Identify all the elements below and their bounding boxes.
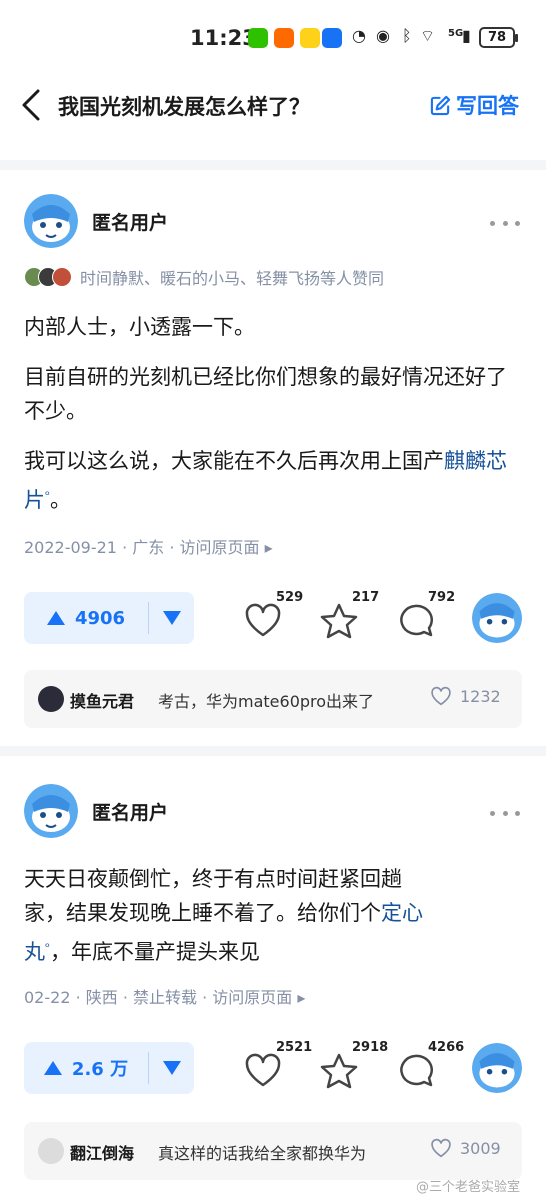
zhihu-app-icon: [322, 28, 342, 48]
star-icon: [320, 603, 358, 639]
liker-avatar: [52, 267, 72, 287]
upvote-count: 4906: [74, 607, 126, 629]
answer-meta[interactable]: 2022-09-21 · 广东 · 访问原页面 ▸: [24, 534, 273, 558]
answer-paragraph: 内部人士，小透露一下。: [24, 315, 255, 339]
paragraph-text: 家，结果发现晚上睡不着了。给你们个: [24, 901, 381, 925]
bluetooth-icon: ᛒ: [402, 26, 412, 45]
comment-button[interactable]: 792: [396, 590, 460, 646]
upvote-arrow-icon: [46, 611, 65, 625]
reassurance-link-end[interactable]: 丸: [24, 940, 45, 964]
comment-user[interactable]: 摸鱼元君: [70, 688, 134, 712]
anonymous-avatar[interactable]: [24, 784, 78, 838]
my-avatar[interactable]: [472, 1043, 522, 1093]
app-yellow-icon: [300, 28, 320, 48]
write-answer-button[interactable]: 写回答: [430, 90, 519, 120]
vote-bar: 4906: [24, 592, 194, 644]
star-icon: [320, 1053, 358, 1089]
page-title[interactable]: 我国光刻机发展怎么样了？: [58, 91, 310, 121]
more-options-icon[interactable]: [490, 218, 520, 228]
comment-avatar: [38, 686, 64, 712]
eye-icon: ◉: [376, 26, 390, 45]
paragraph-text: 。: [49, 488, 71, 512]
watermark: @三个老爸实验室: [416, 1180, 521, 1195]
wechat-icon: [248, 28, 268, 48]
upvote-button[interactable]: 2.6 万: [24, 1042, 148, 1094]
answer-card: 匿名用户 天天日夜颠倒忙，终于有点时间赶紧回趟 家，结果发现晚上睡不着了。给你们…: [0, 756, 546, 1200]
comment-count: 4266: [428, 1040, 465, 1055]
favorite-button[interactable]: 217: [320, 590, 384, 646]
heart-icon: [245, 1053, 281, 1087]
question-header: 我国光刻机发展怎么样了？ 写回答: [0, 72, 546, 160]
downvote-arrow-icon: [162, 1061, 181, 1075]
comment-like[interactable]: 1232: [430, 686, 501, 706]
comment-button[interactable]: 4266: [396, 1040, 464, 1096]
favorite-button[interactable]: 2918: [320, 1040, 388, 1096]
favorite-count: 2918: [352, 1040, 389, 1055]
downvote-button[interactable]: [149, 1042, 194, 1094]
reassurance-link[interactable]: 定心: [381, 901, 423, 925]
answer-paragraph: 家，结果发现晚上睡不着了。给你们个定心: [24, 896, 524, 930]
answer-paragraph: 我可以这么说，大家能在不久后再次用上国产麒麟芯片ᵒ。: [24, 444, 514, 517]
comment-bubble-icon: [400, 1054, 434, 1087]
like-count: 529: [276, 590, 304, 605]
top-comment[interactable]: 翻江倒海 真这样的话我给全家都换华为 3009: [24, 1122, 522, 1180]
comment-bubble-icon: [400, 604, 434, 637]
answer-paragraph: 天天日夜颠倒忙，终于有点时间赶紧回趟: [24, 867, 402, 891]
comment-like[interactable]: 3009: [430, 1138, 501, 1158]
answer-paragraph: 丸ᵒ，年底不量产提头来见: [24, 930, 524, 969]
downvote-button[interactable]: [149, 592, 194, 644]
paragraph-text: 我可以这么说，大家能在不久后再次用上国产: [24, 449, 444, 473]
author-name[interactable]: 匿名用户: [92, 798, 168, 825]
paragraph-text: ，年底不量产提头来见: [49, 940, 260, 964]
battery-indicator: 78: [479, 27, 518, 48]
heart-icon: [245, 603, 281, 637]
heart-icon: [431, 1138, 451, 1158]
signal-icon: ▮: [462, 26, 471, 45]
wifi-icon: ⌔: [420, 26, 436, 45]
status-time: 11:23: [190, 26, 257, 50]
upvote-arrow-icon: [43, 1061, 62, 1075]
upvote-button[interactable]: 4906: [24, 592, 148, 644]
write-answer-label: 写回答: [456, 94, 519, 118]
answer-meta[interactable]: 02-22 · 陕西 · 禁止转载 · 访问原页面 ▸: [24, 984, 305, 1008]
comment-text: 真这样的话我给全家都换华为: [158, 1144, 367, 1163]
comment-like-count: 3009: [460, 1138, 501, 1158]
likers-row[interactable]: 时间静默、暖石的小马、轻舞飞扬等人赞同: [24, 265, 384, 289]
section-divider: [0, 746, 546, 756]
comment-count: 792: [428, 590, 456, 605]
more-options-icon[interactable]: [490, 808, 520, 818]
comment-like-count: 1232: [460, 686, 501, 706]
section-divider: [0, 160, 546, 170]
likers-text: 时间静默、暖石的小马、轻舞飞扬等人赞同: [80, 269, 385, 288]
vote-bar: 2.6 万: [24, 1042, 194, 1094]
comment-text: 考古，华为mate60pro出来了: [158, 692, 375, 711]
status-bar: 11:23 ◔ ◉ ᛒ ⌔ 5G ▮ 78: [0, 0, 546, 72]
author-name[interactable]: 匿名用户: [92, 208, 168, 235]
upvote-count: 2.6 万: [71, 1059, 129, 1080]
anonymous-avatar[interactable]: [24, 194, 78, 248]
back-arrow-icon[interactable]: [18, 88, 48, 122]
edit-icon: [430, 95, 451, 115]
like-button[interactable]: 2521: [244, 1040, 312, 1096]
like-button[interactable]: 529: [244, 590, 308, 646]
downvote-arrow-icon: [162, 611, 181, 625]
answer-paragraph: 目前自研的光刻机已经比你们想象的最好情况还好了不少。: [24, 365, 507, 423]
answer-card: 匿名用户 时间静默、暖石的小马、轻舞飞扬等人赞同 内部人士，小透露一下。 目前自…: [0, 170, 546, 740]
favorite-count: 217: [352, 590, 380, 605]
my-avatar[interactable]: [472, 593, 522, 643]
network-type: 5G: [448, 28, 464, 39]
heart-icon: [431, 686, 451, 706]
top-comment[interactable]: 摸鱼元君 考古，华为mate60pro出来了 1232: [24, 670, 522, 728]
app-orange-icon: [274, 28, 294, 48]
comment-user[interactable]: 翻江倒海: [70, 1140, 134, 1164]
like-count: 2521: [276, 1040, 313, 1055]
speed-icon: ◔: [352, 26, 366, 45]
comment-avatar: [38, 1138, 64, 1164]
